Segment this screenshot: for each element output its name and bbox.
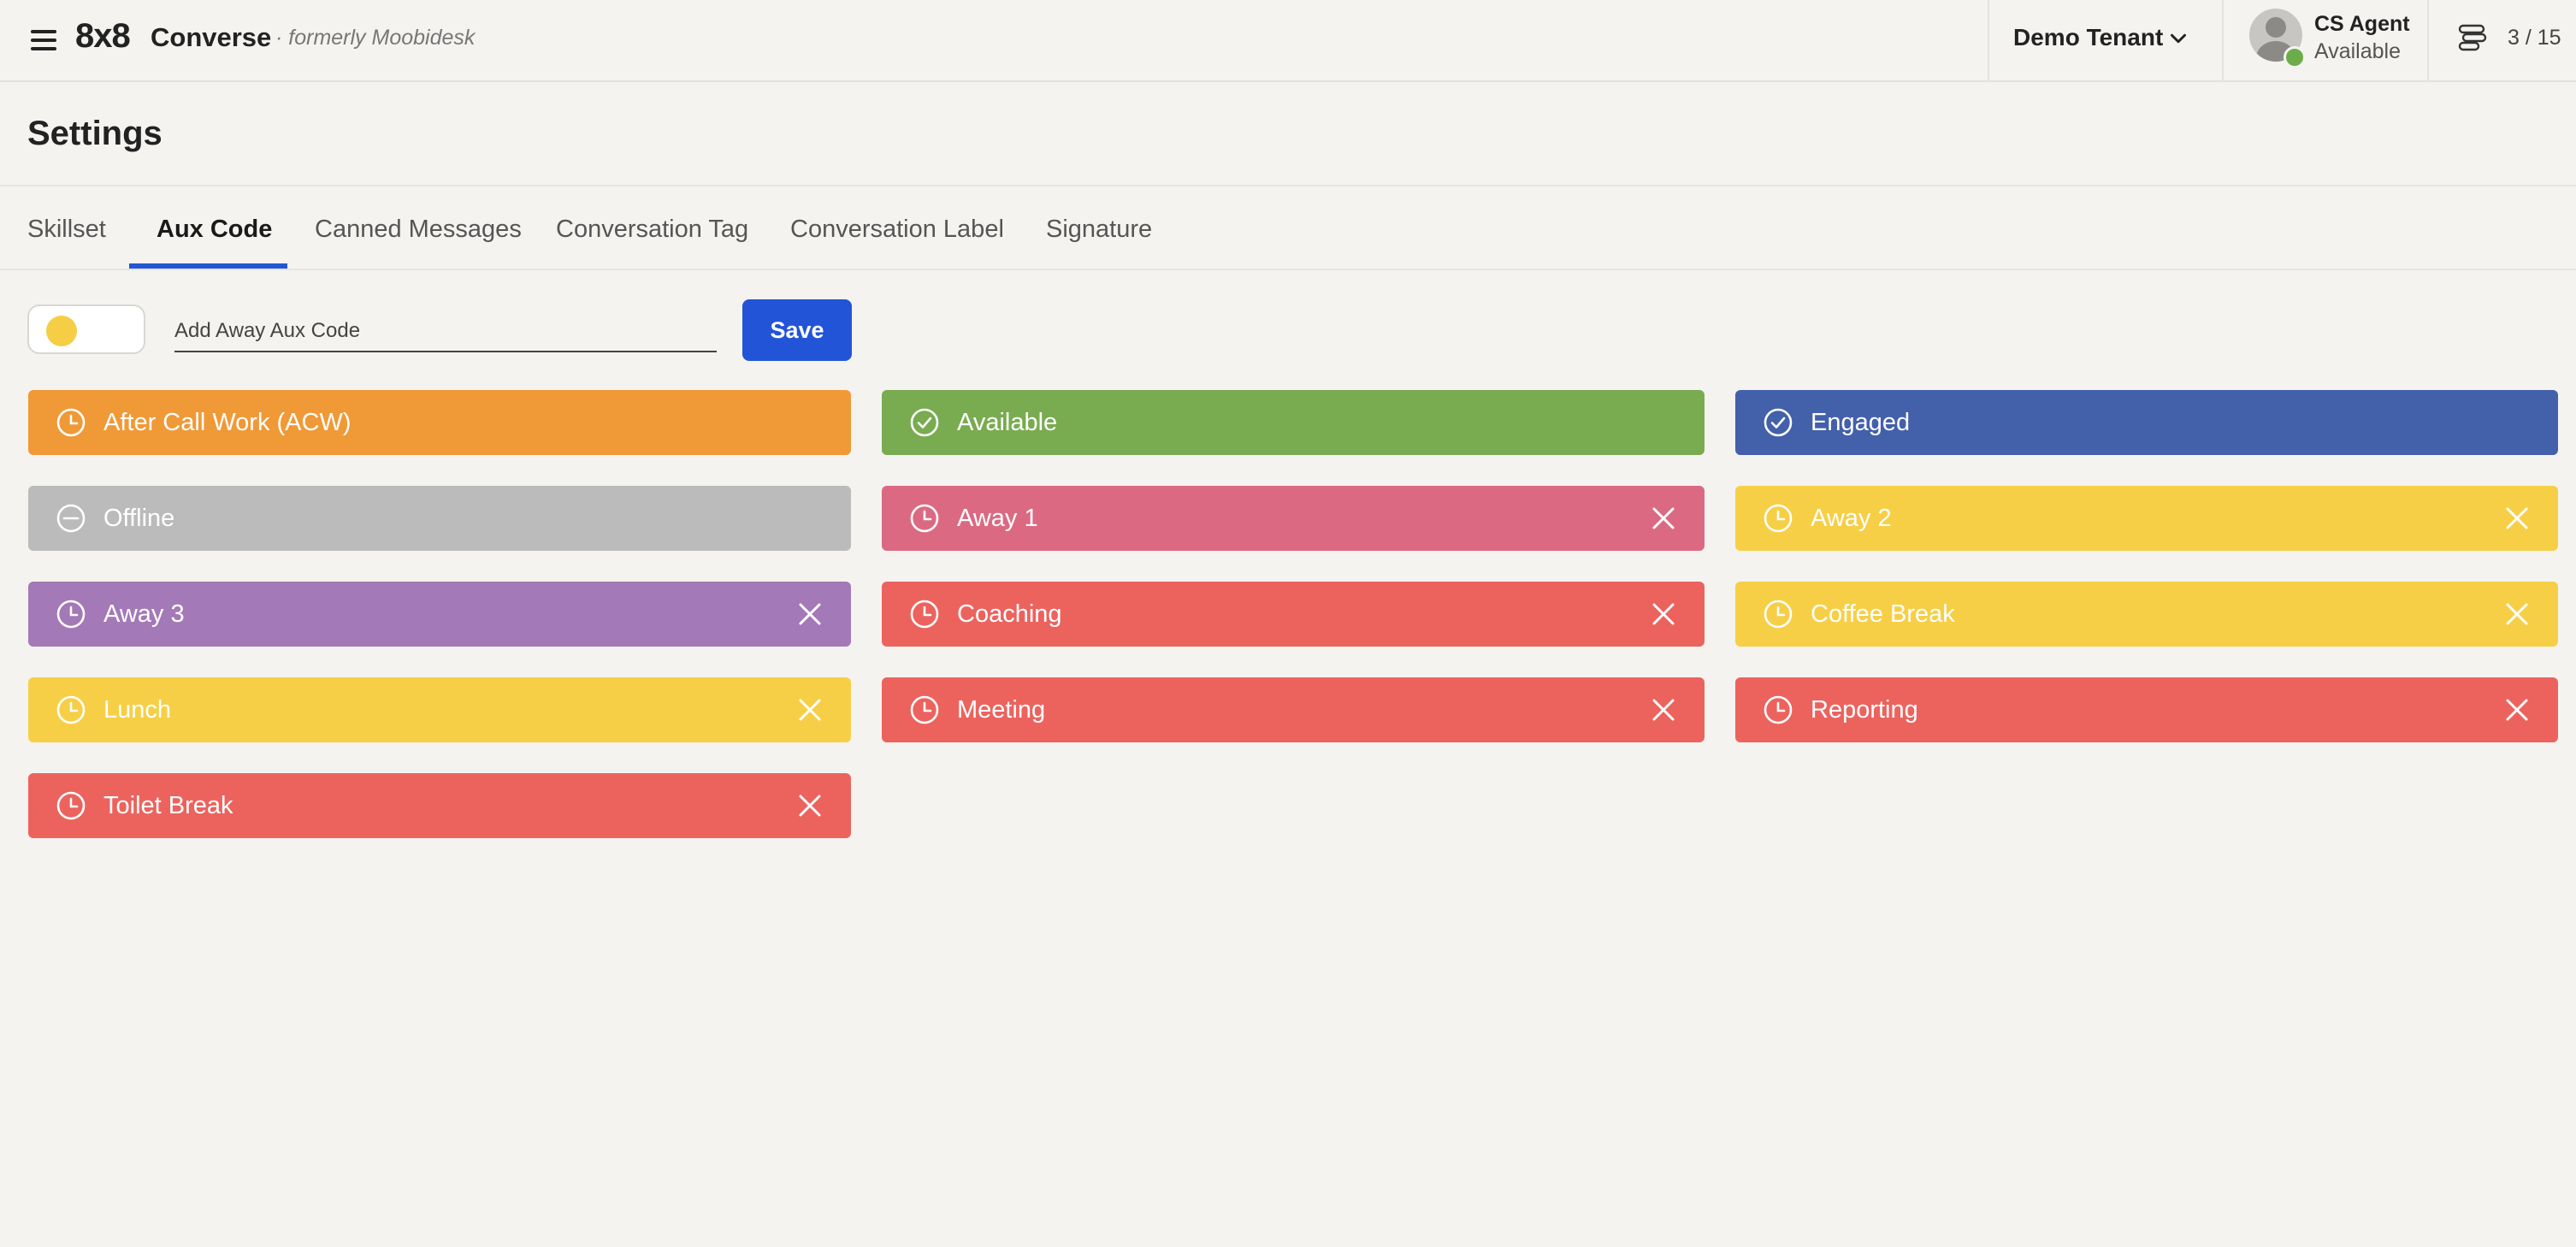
close-icon[interactable]: [2503, 505, 2531, 532]
status-indicator: [2284, 46, 2306, 68]
clock-icon: [1764, 695, 1793, 724]
aux-code-label: After Call Work (ACW): [103, 409, 352, 436]
clock-icon: [1764, 600, 1793, 629]
aux-code-label: Toilet Break: [103, 792, 233, 819]
divider: [0, 269, 2576, 270]
aux-code-card[interactable]: Away 1: [882, 486, 1705, 551]
brand-logo: 8x8: [75, 17, 131, 55]
close-icon[interactable]: [1650, 696, 1677, 724]
product-name: Converse: [151, 22, 272, 52]
clock-icon: [910, 600, 939, 629]
aux-code-label: Available: [957, 409, 1058, 436]
header-divider: [2427, 0, 2429, 82]
save-button[interactable]: Save: [742, 299, 852, 361]
tab-conversation-tag[interactable]: Conversation Tag: [556, 216, 748, 244]
header-divider: [1988, 0, 1989, 82]
aux-code-label: Coaching: [957, 600, 1062, 628]
close-icon[interactable]: [796, 600, 824, 628]
aux-code-card[interactable]: Available: [882, 390, 1705, 455]
clock-icon: [910, 695, 939, 724]
check-circle-icon: [910, 408, 939, 437]
tenant-selector[interactable]: Demo Tenant: [2013, 24, 2163, 51]
aux-code-label: Offline: [103, 505, 175, 532]
tab-conversation-label[interactable]: Conversation Label: [790, 216, 1004, 244]
product-subtitle: · formerly Moobidesk: [275, 26, 476, 50]
aux-code-card[interactable]: Away 2: [1735, 486, 2558, 551]
aux-code-card[interactable]: Toilet Break: [28, 773, 851, 838]
aux-code-label: Away 3: [103, 600, 185, 628]
aux-type-toggle[interactable]: [27, 304, 145, 354]
aux-code-label: Away 2: [1811, 505, 1892, 532]
agent-name[interactable]: CS Agent: [2314, 12, 2410, 37]
clock-icon: [56, 791, 86, 820]
aux-code-card[interactable]: Coffee Break: [1735, 582, 2558, 647]
aux-code-card[interactable]: Engaged: [1735, 390, 2558, 455]
tab-signature[interactable]: Signature: [1046, 216, 1152, 244]
aux-code-label: Coffee Break: [1811, 600, 1955, 628]
aux-code-label: Lunch: [103, 696, 172, 724]
chevron-down-icon[interactable]: [2165, 26, 2191, 51]
close-icon[interactable]: [796, 792, 824, 819]
aux-code-card[interactable]: After Call Work (ACW): [28, 390, 851, 455]
agent-status[interactable]: Available: [2314, 39, 2401, 64]
aux-code-label: Away 1: [957, 505, 1038, 532]
tab-skillset[interactable]: Skillset: [27, 216, 106, 244]
divider: [0, 185, 2576, 186]
aux-code-card[interactable]: Offline: [28, 486, 851, 551]
hamburger-menu-icon[interactable]: [29, 26, 60, 56]
close-icon[interactable]: [1650, 505, 1677, 532]
aux-code-label: Engaged: [1811, 409, 1911, 436]
close-icon[interactable]: [2503, 600, 2531, 628]
top-bar: 8x8 Converse · formerly Moobidesk Demo T…: [0, 0, 2576, 82]
queue-icon[interactable]: [2456, 21, 2490, 55]
clock-icon: [1764, 504, 1793, 533]
header-divider: [2222, 0, 2224, 82]
close-icon[interactable]: [796, 696, 824, 724]
minus-circle-icon: [56, 504, 86, 533]
tab-aux-code[interactable]: Aux Code: [157, 216, 272, 244]
queue-count: 3 / 15: [2508, 26, 2561, 50]
aux-code-card[interactable]: Lunch: [28, 677, 851, 742]
clock-icon: [56, 408, 86, 437]
clock-icon: [56, 600, 86, 629]
aux-code-card[interactable]: Away 3: [28, 582, 851, 647]
close-icon[interactable]: [2503, 696, 2531, 724]
page-title: Settings: [27, 115, 162, 152]
aux-code-card[interactable]: Meeting: [882, 677, 1705, 742]
check-circle-icon: [1764, 408, 1793, 437]
aux-code-label: Meeting: [957, 696, 1046, 724]
aux-code-label: Reporting: [1811, 696, 1918, 724]
aux-code-input[interactable]: [174, 315, 717, 352]
aux-code-card[interactable]: Coaching: [882, 582, 1705, 647]
clock-icon: [910, 504, 939, 533]
aux-code-card[interactable]: Reporting: [1735, 677, 2558, 742]
toggle-knob: [46, 316, 77, 346]
tab-canned-messages[interactable]: Canned Messages: [315, 216, 522, 244]
clock-icon: [56, 695, 86, 724]
close-icon[interactable]: [1650, 600, 1677, 628]
